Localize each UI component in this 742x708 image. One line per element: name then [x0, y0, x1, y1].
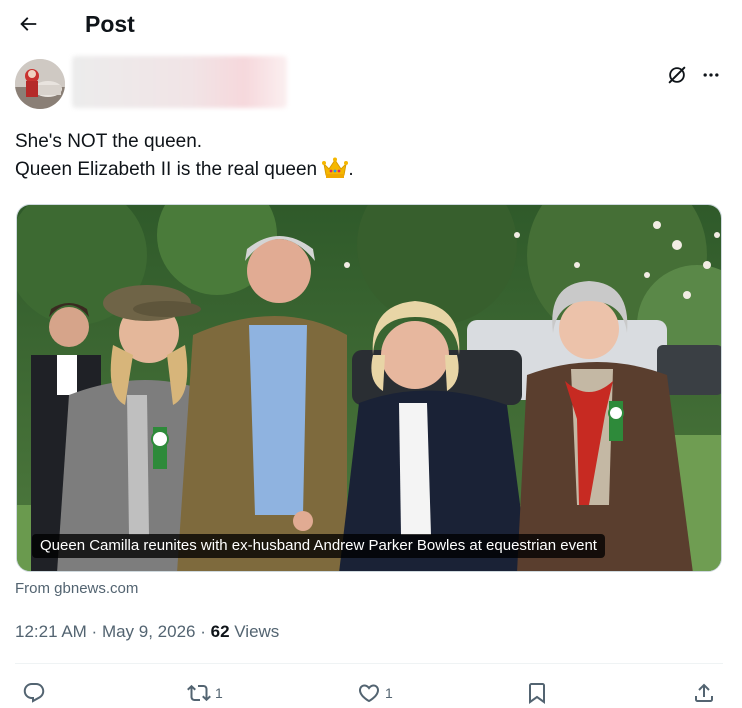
- share-button[interactable]: [692, 681, 716, 705]
- bookmark-button[interactable]: [525, 681, 553, 705]
- post-time[interactable]: 12:21 AM: [15, 622, 87, 641]
- post-text: She's NOT the queen. Queen Elizabeth II …: [15, 128, 715, 188]
- action-bar: 1 1: [0, 678, 742, 708]
- post-text-line-1: She's NOT the queen.: [15, 131, 203, 152]
- post-date[interactable]: May 9, 2026: [102, 622, 196, 641]
- post-meta: 12:21 AM · May 9, 2026 · 62 Views: [15, 621, 279, 643]
- views-count: 62: [210, 622, 230, 641]
- crown-emoji-icon: [322, 157, 349, 188]
- avatar[interactable]: [15, 59, 65, 109]
- link-source: From gbnews.com: [15, 579, 138, 599]
- media-caption: Queen Camilla reunites with ex-husband A…: [32, 534, 605, 558]
- grok-icon: [668, 66, 686, 84]
- post-text-line-2: Queen Elizabeth II is the real queen .: [15, 156, 715, 188]
- views-label: Views: [229, 622, 280, 641]
- meta-separator: ·: [195, 622, 211, 641]
- more-options-button[interactable]: [698, 62, 724, 88]
- share-icon: [695, 683, 713, 702]
- like-count: 1: [385, 685, 393, 701]
- arrow-left-icon: [20, 17, 37, 31]
- meta-separator: ·: [86, 622, 102, 641]
- grok-button[interactable]: [664, 62, 690, 88]
- bookmark-icon: [529, 683, 545, 704]
- author-name-obscured: [72, 56, 287, 108]
- source-prefix: From: [15, 580, 55, 597]
- post-text-line-2-text: Queen Elizabeth II is the real queen: [15, 159, 318, 180]
- repost-count: 1: [215, 685, 223, 701]
- post-media-image[interactable]: [16, 204, 722, 572]
- reply-icon: [23, 683, 45, 703]
- repost-button[interactable]: 1: [187, 681, 223, 705]
- photo-four-people-icon: [17, 205, 721, 571]
- like-button[interactable]: 1: [357, 681, 393, 705]
- author-row: [0, 56, 742, 112]
- post-header: Post: [0, 0, 742, 50]
- avatar-photo-icon: [15, 59, 65, 109]
- post-text-line-2-end: .: [348, 159, 354, 180]
- back-button[interactable]: [14, 10, 42, 38]
- repost-icon: [187, 684, 211, 702]
- source-domain-link[interactable]: gbnews.com: [54, 580, 138, 597]
- divider: [15, 663, 723, 664]
- like-icon: [358, 684, 380, 703]
- more-dots-icon: [703, 73, 719, 77]
- page-title: Post: [85, 11, 135, 37]
- reply-button[interactable]: [22, 681, 50, 705]
